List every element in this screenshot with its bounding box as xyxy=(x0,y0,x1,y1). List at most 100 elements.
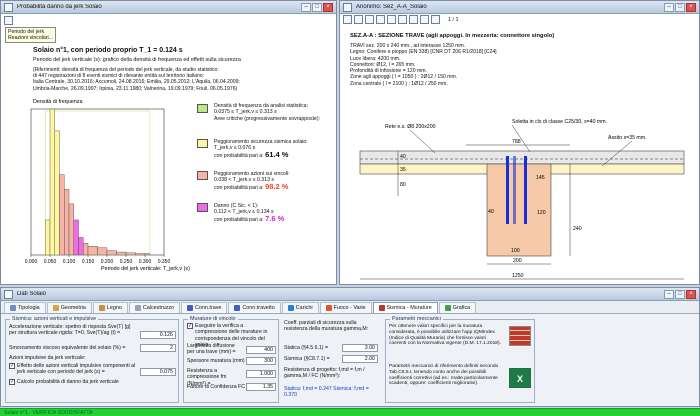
width-input[interactable]: 400 xyxy=(246,346,276,354)
section-window: Anonimo: Sez_A-A_Solaio – □ × 1 / 1 SEZ.A-… xyxy=(339,0,700,285)
description-line: Legno: Conifere e pioppo (EN 338) [CNR D… xyxy=(350,49,497,56)
fc-input[interactable]: 1.35 xyxy=(246,383,276,391)
tab-tipologia[interactable]: Tipologia xyxy=(4,302,46,313)
table-text: Parametri meccanici di riferimento defin… xyxy=(389,364,499,387)
connector xyxy=(506,156,509,224)
concrete-slab xyxy=(359,150,685,165)
viewer-toolbar: 1 / 1 xyxy=(343,15,459,24)
damping-label: Smorzamento viscoso equivalente del sola… xyxy=(9,345,126,351)
zoom-in-icon[interactable] xyxy=(376,15,385,24)
histogram-bar xyxy=(97,247,108,256)
reference-line: Umbria-Marche, 26.09.1997; Irpinia, 23.1… xyxy=(33,85,238,92)
tab-carichi[interactable]: Carichi xyxy=(281,302,319,313)
tab-fuoco-varie[interactable]: Fuoco - Varie xyxy=(319,302,372,313)
fm-input[interactable]: 1.000 xyxy=(246,370,276,378)
x-tick-label: 0.050 xyxy=(44,259,57,265)
tab-conn-travetto[interactable]: Conn.travetto xyxy=(228,302,281,313)
last-page-icon[interactable] xyxy=(431,15,440,24)
reference-line: Italia Centrale, 30.10.2016; Accumoli, 2… xyxy=(33,79,240,86)
tab-conn-trave[interactable]: Conn.trave xyxy=(181,302,228,313)
close-button[interactable]: × xyxy=(686,2,696,12)
seismic-input[interactable]: 2.00 xyxy=(342,355,378,363)
histogram-bar xyxy=(54,130,60,256)
masonry-group-title: Murature di vincolo xyxy=(188,316,238,322)
masonry-check-checkbox[interactable]: ✓ xyxy=(187,323,193,329)
histogram-bar xyxy=(125,252,136,256)
connector xyxy=(524,156,527,224)
tab-grafica[interactable]: Grafica xyxy=(438,302,477,313)
width-label: Larghezza diffusione per una trave (mm) … xyxy=(187,343,236,356)
print-icon[interactable] xyxy=(4,16,13,25)
prev-page-icon[interactable] xyxy=(409,15,418,24)
seismic-group-title: Sismica: azioni verticali e impulsive xyxy=(10,316,99,322)
label-rete: Rete e.s. Ø8 200x200 xyxy=(385,124,436,130)
damping-input[interactable]: 2 xyxy=(140,344,176,352)
next-page-icon[interactable] xyxy=(420,15,429,24)
label-soletta: Soletta in cls di classe C25/30, s=40 mm… xyxy=(512,119,607,125)
x-tick-label: 0.250 xyxy=(120,259,133,265)
histogram-bar xyxy=(144,253,151,256)
maximize-button[interactable]: □ xyxy=(675,2,685,12)
tab-sismica-murature[interactable]: Sismica - Murature xyxy=(372,302,438,313)
maximize-button[interactable]: □ xyxy=(675,289,685,299)
excel-icon[interactable]: X xyxy=(509,368,531,388)
dim-120: 120 xyxy=(537,210,546,216)
histogram-window-title: Probabilità danno da jerk Solaio xyxy=(17,4,102,10)
legend-red: Peggioramento azioni sui vincoli: 0.038 … xyxy=(214,171,290,191)
first-page-icon[interactable] xyxy=(398,15,407,24)
histogram-bar xyxy=(83,243,89,256)
tab-geometria[interactable]: Geometria xyxy=(46,302,92,313)
accel-input[interactable]: 0.126 xyxy=(140,331,176,339)
histogram-bar xyxy=(49,108,55,256)
fc-label: Fattore di Confidenza FC = xyxy=(187,384,250,390)
close-button[interactable]: × xyxy=(323,2,333,12)
jerk-period-input[interactable]: 0.075 xyxy=(140,368,176,376)
page-title: Solaio n°1, con periodo proprio T_1 = 0.… xyxy=(33,47,183,54)
jerk-prob-checkbox[interactable]: ✓ xyxy=(9,379,15,385)
dim-240: 240 xyxy=(573,226,582,232)
histogram-bar xyxy=(59,174,65,256)
thickness-input[interactable]: 300 xyxy=(246,357,276,365)
tab-legno[interactable]: Legno xyxy=(92,302,128,313)
histogram-bar xyxy=(78,237,84,256)
zoom-out-icon[interactable] xyxy=(387,15,396,24)
x-tick-label: 0.000 xyxy=(25,259,38,265)
dim-40b: 40 xyxy=(488,209,494,215)
static-label: Statica (§4.5.6.1) = xyxy=(284,345,328,351)
minimize-button[interactable]: – xyxy=(301,2,311,12)
window-icon xyxy=(4,2,13,12)
legend-magenta: Danno (C Sic. < 1): 0.112 < T_jerk,v ≤ 0… xyxy=(214,203,285,223)
dim-100: 100 xyxy=(511,248,520,254)
dim-1250: 1250 xyxy=(512,273,524,279)
window-icon xyxy=(343,2,352,12)
section-window-titlebar: Anonimo: Sez_A-A_Solaio – □ × xyxy=(340,1,699,14)
histogram-bar xyxy=(64,189,70,256)
data-window: Dati Solaio – □ × Tipologia Geometria Legn… xyxy=(0,287,700,407)
masonry-group: Murature di vincolo ✓ Eseguire la verifi… xyxy=(183,316,279,403)
maximize-button[interactable]: □ xyxy=(312,2,322,12)
jerk-prob-row: ✓ Calcolo probabilità di danno da jerk v… xyxy=(9,379,119,385)
tab-calcestruzzo[interactable]: Calcestruzzo xyxy=(128,302,181,313)
section-heading: SEZ.A-A : SEZIONE TRAVE (agli appoggi. I… xyxy=(350,33,555,39)
y-axis-label: Densità di frequenza xyxy=(33,99,82,105)
minimize-button[interactable]: – xyxy=(664,2,674,12)
probability-magenta: 7.6 % xyxy=(265,213,285,223)
print-icon[interactable] xyxy=(365,15,374,24)
jerk-effect-row: ✓ Effetto delle azioni verticali impulsi… xyxy=(9,363,137,376)
close-button[interactable]: × xyxy=(686,289,696,299)
legend-green: Densità di frequenza da analisi statisti… xyxy=(214,103,321,122)
minimize-button[interactable]: – xyxy=(664,289,674,299)
iqm-app-button[interactable] xyxy=(509,326,531,346)
references-block: (Riferimenti: densità di frequenza del p… xyxy=(33,67,240,92)
static-input[interactable]: 3.00 xyxy=(342,344,378,352)
save-icon[interactable] xyxy=(354,15,363,24)
dim-145: 145 xyxy=(536,175,545,181)
jerk-effect-checkbox[interactable]: ✓ xyxy=(9,363,15,369)
x-tick-label: 0.350 xyxy=(158,259,171,265)
impulsive-title: Azioni impulsive da jerk verticale: xyxy=(9,355,86,361)
connector xyxy=(513,156,516,224)
data-window-title: Dati Solaio xyxy=(17,291,47,297)
dim-35: 35 xyxy=(400,167,406,173)
histogram-window-titlebar: Probabilità danno da jerk Solaio – □ × xyxy=(1,1,336,14)
open-icon[interactable] xyxy=(343,15,352,24)
